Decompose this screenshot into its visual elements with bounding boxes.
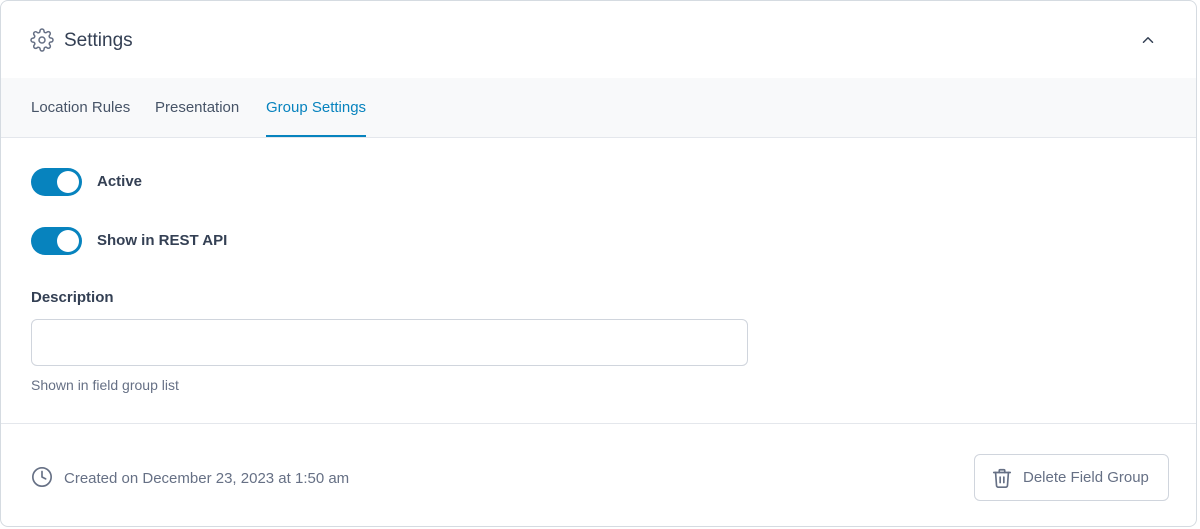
active-toggle-label: Active [97, 173, 143, 190]
toggle-knob [57, 171, 79, 193]
clock-icon [32, 467, 52, 487]
panel-title: Settings [64, 30, 133, 51]
chevron-up-icon [1142, 37, 1154, 43]
show-in-rest-api-label: Show in REST API [97, 232, 228, 249]
show-in-rest-api-toggle[interactable] [31, 227, 82, 255]
gear-icon [30, 28, 54, 52]
active-toggle[interactable] [31, 168, 82, 196]
description-label: Description [31, 289, 114, 306]
description-input[interactable] [31, 319, 748, 366]
collapse-button[interactable] [1135, 27, 1161, 53]
created-date-text: Created on December 23, 2023 at 1:50 am [64, 470, 350, 487]
panel-footer: Created on December 23, 2023 at 1:50 am … [1, 423, 1196, 526]
tab-presentation[interactable]: Presentation [155, 78, 239, 137]
settings-panel: Settings Location Rules Presentation Gro… [0, 0, 1197, 527]
delete-field-group-button[interactable]: Delete Field Group [974, 454, 1169, 501]
panel-header[interactable]: Settings [1, 1, 1196, 79]
tab-group-settings[interactable]: Group Settings [266, 78, 367, 137]
settings-tabs: Location Rules Presentation Group Settin… [1, 78, 1196, 138]
trash-icon [992, 468, 1012, 488]
delete-button-label: Delete Field Group [1023, 469, 1149, 486]
description-hint: Shown in field group list [31, 377, 179, 393]
tab-location-rules[interactable]: Location Rules [31, 78, 130, 137]
toggle-knob [57, 230, 79, 252]
